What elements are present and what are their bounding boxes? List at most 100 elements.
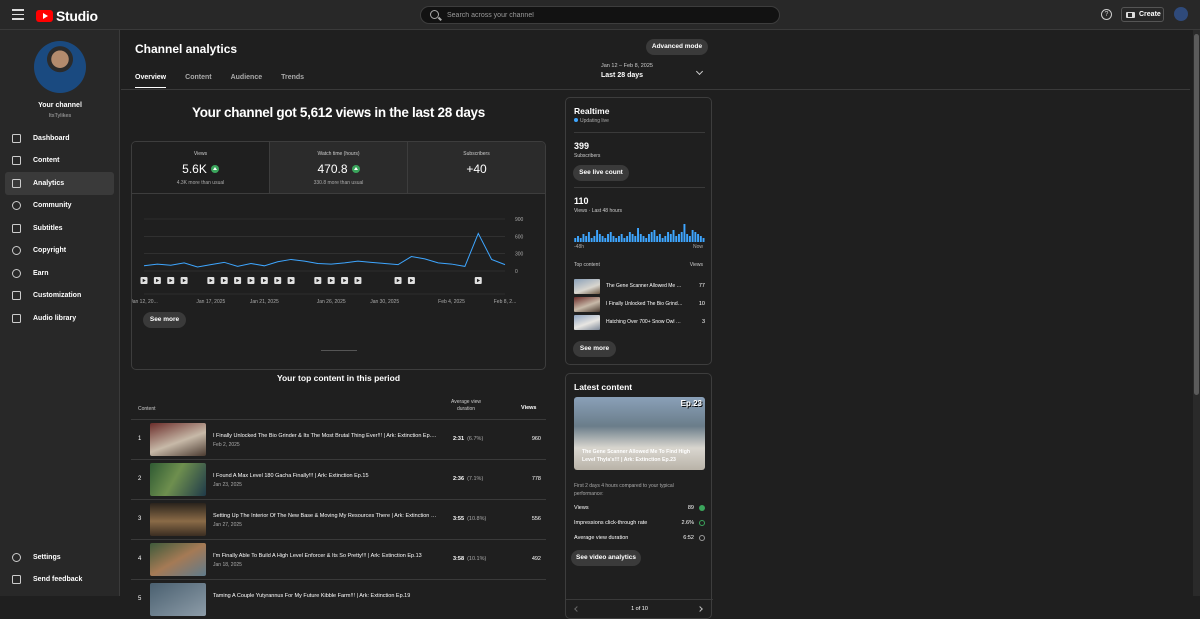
sidebar-item-dashboard[interactable]: Dashboard (5, 127, 114, 150)
account-avatar[interactable] (1174, 7, 1188, 21)
realtime-bar[interactable] (670, 234, 672, 242)
video-thumbnail[interactable] (150, 463, 206, 496)
realtime-bar[interactable] (648, 234, 650, 242)
realtime-bar[interactable] (686, 234, 688, 242)
video-title[interactable]: The Gene Scanner Allowed Me To Find High… (606, 283, 684, 289)
video-thumbnail[interactable] (150, 543, 206, 576)
realtime-bar[interactable] (623, 238, 625, 242)
metric-views[interactable]: Views 5.6K 4.3K more than usual (132, 142, 270, 194)
realtime-bar[interactable] (585, 236, 587, 242)
realtime-bar[interactable] (577, 236, 579, 242)
sidebar-item-customization[interactable]: Customization (5, 285, 114, 308)
sidebar-item-audio-library[interactable]: Audio library (5, 307, 114, 330)
realtime-bar[interactable] (602, 236, 604, 242)
video-title[interactable]: I Finally Unlocked The Bio Grinder & Its… (213, 433, 437, 439)
realtime-bar[interactable] (694, 232, 696, 242)
realtime-views-bar-chart[interactable] (574, 222, 705, 242)
sidebar-item-analytics[interactable]: Analytics (5, 172, 114, 195)
realtime-bar[interactable] (593, 236, 595, 242)
video-title[interactable]: Taming A Couple Yutyrannus For My Future… (213, 593, 437, 599)
advanced-mode-button[interactable]: Advanced mode (646, 39, 708, 55)
realtime-bar[interactable] (681, 232, 683, 242)
realtime-bar[interactable] (615, 238, 617, 242)
tab-trends[interactable]: Trends (281, 74, 304, 88)
video-thumbnail[interactable] (574, 315, 600, 330)
realtime-bar[interactable] (678, 234, 680, 242)
see-live-count-button[interactable]: See live count (573, 165, 629, 181)
realtime-bar[interactable] (653, 230, 655, 242)
video-thumbnail[interactable] (574, 279, 600, 294)
realtime-bar[interactable] (574, 238, 576, 242)
list-item[interactable]: Hatching Over 700+ Snow Owl Eggs 3 (574, 315, 705, 330)
realtime-bar[interactable] (632, 234, 634, 242)
see-more-button[interactable]: See more (143, 312, 186, 328)
create-button[interactable]: Create (1121, 7, 1164, 22)
tab-content[interactable]: Content (185, 74, 211, 88)
search-bar[interactable] (420, 6, 780, 24)
table-row[interactable]: 3 Setting Up The Interior Of The New Bas… (131, 499, 546, 539)
tab-overview[interactable]: Overview (135, 74, 166, 88)
realtime-bar[interactable] (675, 236, 677, 242)
realtime-bar[interactable] (692, 230, 694, 242)
see-video-analytics-button[interactable]: See video analytics (571, 550, 641, 566)
sidebar-item-settings[interactable]: Settings (5, 546, 114, 569)
realtime-bar[interactable] (591, 238, 593, 242)
realtime-bar[interactable] (640, 234, 642, 242)
realtime-bar[interactable] (683, 224, 685, 242)
see-more-button[interactable]: See more (573, 341, 616, 357)
realtime-bar[interactable] (604, 238, 606, 242)
help-icon[interactable]: ? (1101, 9, 1112, 20)
video-title[interactable]: Setting Up The Interior Of The New Base … (213, 513, 437, 519)
realtime-bar[interactable] (651, 232, 653, 242)
realtime-bar[interactable] (599, 234, 601, 242)
realtime-bar[interactable] (596, 230, 598, 242)
realtime-bar[interactable] (610, 232, 612, 242)
realtime-bar[interactable] (700, 236, 702, 242)
views-line-chart[interactable]: 9006003000Jan 12, 20...Jan 17, 2025Jan 2… (132, 194, 546, 309)
list-item[interactable]: I Finally Unlocked The Bio Grinder & Its… (574, 297, 705, 312)
realtime-bar[interactable] (656, 236, 658, 242)
realtime-bar[interactable] (607, 234, 609, 242)
column-header-views[interactable]: Views (521, 405, 537, 411)
video-title[interactable]: I Finally Unlocked The Bio Grinder & Its… (606, 301, 684, 307)
sidebar-item-copyright[interactable]: Copyright (5, 240, 114, 263)
video-thumbnail[interactable] (574, 297, 600, 312)
sidebar-item-subtitles[interactable]: Subtitles (5, 217, 114, 240)
table-row[interactable]: 4 I'm Finally Able To Build A High Level… (131, 539, 546, 579)
realtime-bar[interactable] (667, 232, 669, 242)
table-row[interactable]: 2 I Found A Max Level 180 Gacha Finally!… (131, 459, 546, 499)
realtime-bar[interactable] (613, 236, 615, 242)
video-title[interactable]: I'm Finally Able To Build A High Level E… (213, 553, 437, 559)
sidebar-item-send-feedback[interactable]: Send feedback (5, 569, 114, 592)
realtime-bar[interactable] (588, 232, 590, 242)
video-thumbnail[interactable] (150, 503, 206, 536)
list-item[interactable]: The Gene Scanner Allowed Me To Find High… (574, 279, 705, 294)
realtime-bar[interactable] (582, 234, 584, 242)
tab-audience[interactable]: Audience (231, 74, 263, 88)
realtime-bar[interactable] (645, 238, 647, 242)
metric-subscribers[interactable]: Subscribers +40 (408, 142, 545, 194)
realtime-bar[interactable] (689, 236, 691, 242)
table-row[interactable]: 1 I Finally Unlocked The Bio Grinder & I… (131, 419, 546, 459)
date-range-picker[interactable]: Jan 12 – Feb 8, 2025 Last 28 days (601, 63, 653, 79)
metric-watch-time[interactable]: Watch time (hours) 470.8 330.8 more than… (270, 142, 408, 194)
studio-logo[interactable]: Studio (36, 8, 98, 24)
video-title[interactable]: Hatching Over 700+ Snow Owl Eggs (606, 319, 684, 325)
realtime-bar[interactable] (659, 234, 661, 242)
scrollbar-thumb[interactable] (1194, 34, 1199, 395)
realtime-bar[interactable] (703, 238, 705, 242)
realtime-bar[interactable] (662, 238, 664, 242)
sidebar-item-community[interactable]: Community (5, 195, 114, 218)
realtime-bar[interactable] (697, 234, 699, 242)
realtime-bar[interactable] (618, 236, 620, 242)
realtime-bar[interactable] (643, 236, 645, 242)
video-thumbnail[interactable] (150, 423, 206, 456)
realtime-bar[interactable] (626, 236, 628, 242)
sidebar-item-earn[interactable]: Earn (5, 262, 114, 285)
views-series-line[interactable] (144, 233, 505, 267)
menu-icon[interactable] (12, 9, 24, 19)
chevron-down-icon[interactable] (696, 68, 703, 75)
realtime-bar[interactable] (634, 236, 636, 242)
realtime-bar[interactable] (580, 238, 582, 242)
table-row[interactable]: 5 Taming A Couple Yutyrannus For My Futu… (131, 579, 546, 619)
